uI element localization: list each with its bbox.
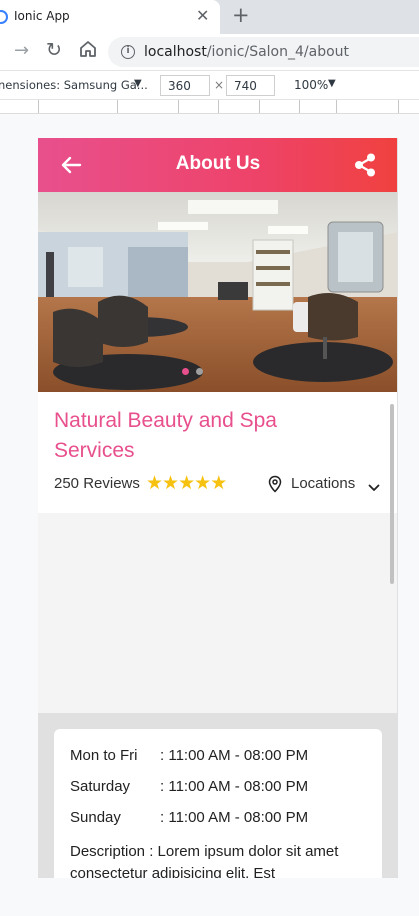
salon-photo-carousel[interactable]: [38, 192, 397, 392]
site-info-icon[interactable]: i: [121, 45, 135, 59]
viewport-height-input[interactable]: 740: [226, 75, 275, 96]
device-select[interactable]: nensiones: Samsung Ga...: [0, 78, 148, 92]
carousel-dot-active[interactable]: [182, 368, 189, 375]
tab-close-icon[interactable]: ✕: [196, 6, 209, 25]
ionic-favicon-icon: [0, 10, 8, 24]
hours-row: Mon to Fri: 11:00 AM - 08:00 PM: [70, 747, 309, 764]
star-icon: ★: [178, 472, 196, 494]
browser-toolbar: → ↻ i localhost/ionic/Salon_4/about: [0, 34, 419, 70]
review-count[interactable]: 250 Reviews: [54, 475, 140, 492]
media-query-ruler: [0, 100, 419, 114]
star-icon: ★: [194, 472, 212, 494]
share-icon[interactable]: [352, 150, 378, 180]
app-header: About Us: [38, 138, 397, 192]
forward-icon[interactable]: →: [14, 40, 29, 61]
hours-row: Saturday: 11:00 AM - 08:00 PM: [70, 778, 309, 795]
viewport-width-input[interactable]: 360: [160, 75, 210, 96]
zoom-caret-icon[interactable]: ▼: [328, 78, 336, 89]
reload-icon[interactable]: ↻: [46, 39, 62, 61]
new-tab-button[interactable]: +: [232, 3, 250, 27]
opening-hours-card: Mon to Fri: 11:00 AM - 08:00 PM Saturday…: [54, 729, 382, 878]
content-scrollbar[interactable]: [390, 404, 394, 584]
description-text: Description : Lorem ipsum dolor sit amet…: [70, 843, 339, 878]
page-title: About Us: [175, 153, 261, 174]
device-toolbar: nensiones: Samsung Ga... ▼ 360 × 740 100…: [0, 70, 419, 100]
address-bar[interactable]: i localhost/ionic/Salon_4/about: [108, 37, 419, 67]
carousel-dot[interactable]: [196, 368, 203, 375]
hours-row: Sunday: 11:00 AM - 08:00 PM: [70, 809, 309, 826]
star-icon: ★: [162, 472, 180, 494]
salon-name: Natural Beauty and Spa Services: [54, 409, 277, 462]
app-viewport: About Us Natural Beauty and Spa Services…: [38, 138, 398, 878]
rating-stars: ★★★★★: [146, 472, 228, 494]
salon-info-card: Natural Beauty and Spa Services 250 Revi…: [38, 392, 397, 513]
home-icon[interactable]: [78, 39, 98, 63]
zoom-select[interactable]: 100%: [294, 78, 328, 92]
locations-dropdown[interactable]: Locations: [291, 475, 355, 492]
location-pin-icon[interactable]: [268, 475, 282, 497]
browser-tab-bar: Ionic App ✕ +: [0, 0, 419, 34]
device-caret-icon[interactable]: ▼: [134, 78, 142, 89]
chevron-down-icon[interactable]: [368, 478, 380, 497]
star-icon: ★: [146, 472, 164, 494]
tab-title: Ionic App: [14, 9, 70, 23]
dimension-separator: ×: [214, 78, 225, 92]
salon-interior-photo: [38, 192, 397, 392]
browser-tab[interactable]: Ionic App ✕: [0, 0, 220, 34]
star-icon: ★: [210, 472, 228, 494]
url-text: localhost/ionic/Salon_4/about: [144, 44, 350, 60]
